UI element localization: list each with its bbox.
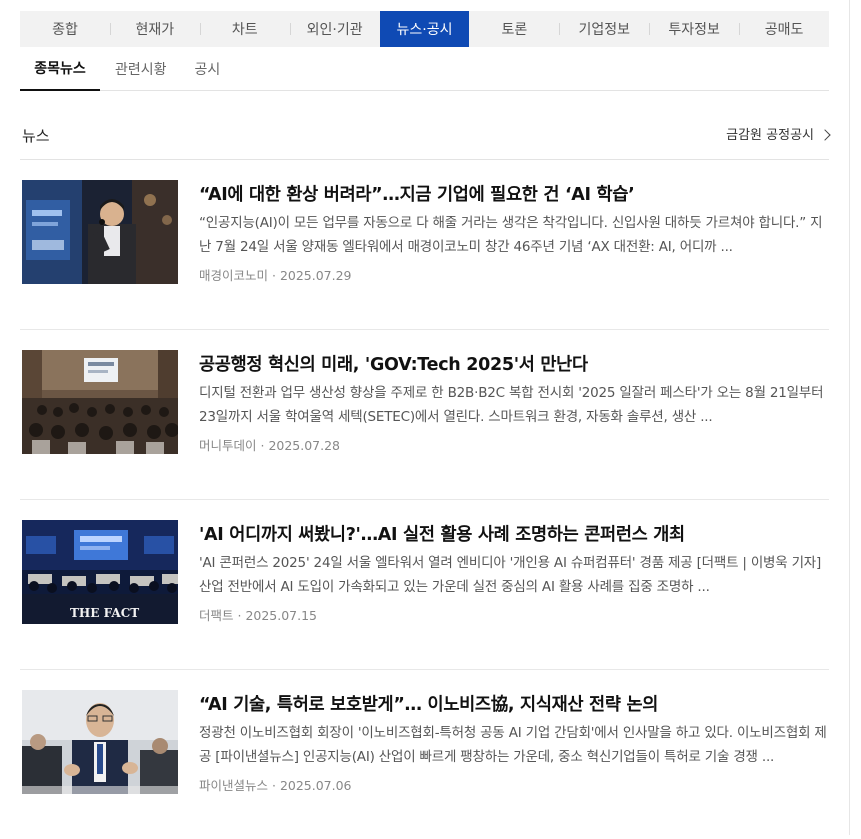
news-thumbnail[interactable]	[22, 690, 178, 794]
news-title-link[interactable]: 공공행정 혁신의 미래, 'GOV:Tech 2025'서 만난다	[199, 353, 829, 377]
news-item: “AI 기술, 특허로 보호받게”… 이노비즈協, 지식재산 전략 논의 정광천…	[20, 670, 829, 839]
tab-company-info[interactable]: 기업정보	[559, 11, 649, 47]
tab-summary[interactable]: 종합	[20, 11, 110, 47]
news-date: 2025.07.06	[279, 778, 352, 793]
news-meta: 더팩트 · 2025.07.15	[199, 608, 318, 623]
news-section-header: 뉴스 금감원 공정공시	[20, 126, 831, 160]
speaker-at-podium-photo	[22, 180, 178, 284]
news-meta: 파이낸셜뉴스 · 2025.07.06	[199, 778, 352, 793]
tab-investment-info[interactable]: 투자정보	[649, 11, 739, 47]
main-tab-bar: 종합 현재가 차트 외인·기관 뉴스·공시 토론 기업정보 투자정보 공매도	[20, 11, 829, 47]
section-title: 뉴스	[22, 127, 50, 145]
page-scroll-edge	[849, 0, 850, 835]
thumbnail-watermark: THE FACT	[70, 606, 139, 620]
news-thumbnail[interactable]	[22, 180, 178, 284]
tab-news-disclosure[interactable]: 뉴스·공시	[379, 11, 470, 47]
news-source: 매경이코노미	[199, 268, 269, 283]
news-thumbnail[interactable]	[22, 350, 178, 454]
news-thumbnail[interactable]: THE FACT	[22, 520, 178, 624]
chevron-right-icon	[819, 129, 831, 141]
tab-short-selling[interactable]: 공매도	[739, 11, 829, 47]
sub-tab-bar: 종목뉴스 관련시황 공시	[20, 47, 829, 91]
news-summary: “인공지능(AI)이 모든 업무를 자동으로 다 해줄 거라는 생각은 착각입니…	[199, 215, 823, 255]
news-summary: 디지털 전환과 업무 생산성 향상을 주제로 한 B2B·B2C 복합 전시회 …	[199, 385, 824, 425]
news-list: “AI에 대한 환상 버려라”…지금 기업에 필요한 건 ‘AI 학습’ “인공…	[20, 160, 829, 839]
news-item: “AI에 대한 환상 버려라”…지금 기업에 필요한 건 ‘AI 학습’ “인공…	[20, 160, 829, 330]
news-item: THE FACT 'AI 어디까지 써봤니?'…AI 실전 활용 사례 조명하는…	[20, 500, 829, 670]
tab-foreign-institution[interactable]: 외인·기관	[289, 11, 380, 47]
news-date: 2025.07.29	[279, 268, 352, 283]
news-source: 더팩트	[199, 608, 234, 623]
news-meta: 매경이코노미 · 2025.07.29	[199, 268, 352, 283]
news-title-link[interactable]: “AI 기술, 특허로 보호받게”… 이노비즈協, 지식재산 전략 논의	[199, 693, 829, 717]
stock-news-panel: 종합 현재가 차트 외인·기관 뉴스·공시 토론 기업정보 투자정보 공매도 종…	[20, 11, 831, 839]
news-summary: 정광천 이노비즈협회 회장이 '이노비즈협회-특허청 공동 AI 기업 간담회'…	[199, 725, 827, 765]
subtab-stock-news[interactable]: 종목뉴스	[20, 47, 100, 91]
news-title-link[interactable]: 'AI 어디까지 써봤니?'…AI 실전 활용 사례 조명하는 콘퍼런스 개최	[199, 523, 829, 547]
tab-chart[interactable]: 차트	[199, 11, 290, 47]
news-date: 2025.07.28	[268, 438, 341, 453]
news-title-link[interactable]: “AI에 대한 환상 버려라”…지금 기업에 필요한 건 ‘AI 학습’	[199, 183, 829, 207]
conference-hall-photo	[22, 350, 178, 454]
conference-audience-photo: THE FACT	[22, 520, 178, 624]
more-link-label: 금감원 공정공시	[726, 128, 814, 143]
man-speaking-photo	[22, 690, 178, 794]
fss-fair-disclosure-link[interactable]: 금감원 공정공시	[726, 126, 831, 146]
news-source: 파이낸셜뉴스	[199, 778, 269, 793]
news-item: 공공행정 혁신의 미래, 'GOV:Tech 2025'서 만난다 디지털 전환…	[20, 330, 829, 500]
tab-discussion[interactable]: 토론	[469, 11, 559, 47]
tab-current-price[interactable]: 현재가	[109, 11, 200, 47]
subtab-disclosure[interactable]: 공시	[181, 47, 235, 90]
subtab-related-market[interactable]: 관련시황	[100, 47, 181, 90]
news-date: 2025.07.15	[245, 608, 318, 623]
news-summary: 'AI 콘퍼런스 2025' 24일 서울 엘타워서 열려 엔비디아 '개인용 …	[199, 555, 822, 595]
news-source: 머니투데이	[199, 438, 257, 453]
news-meta: 머니투데이 · 2025.07.28	[199, 438, 341, 453]
